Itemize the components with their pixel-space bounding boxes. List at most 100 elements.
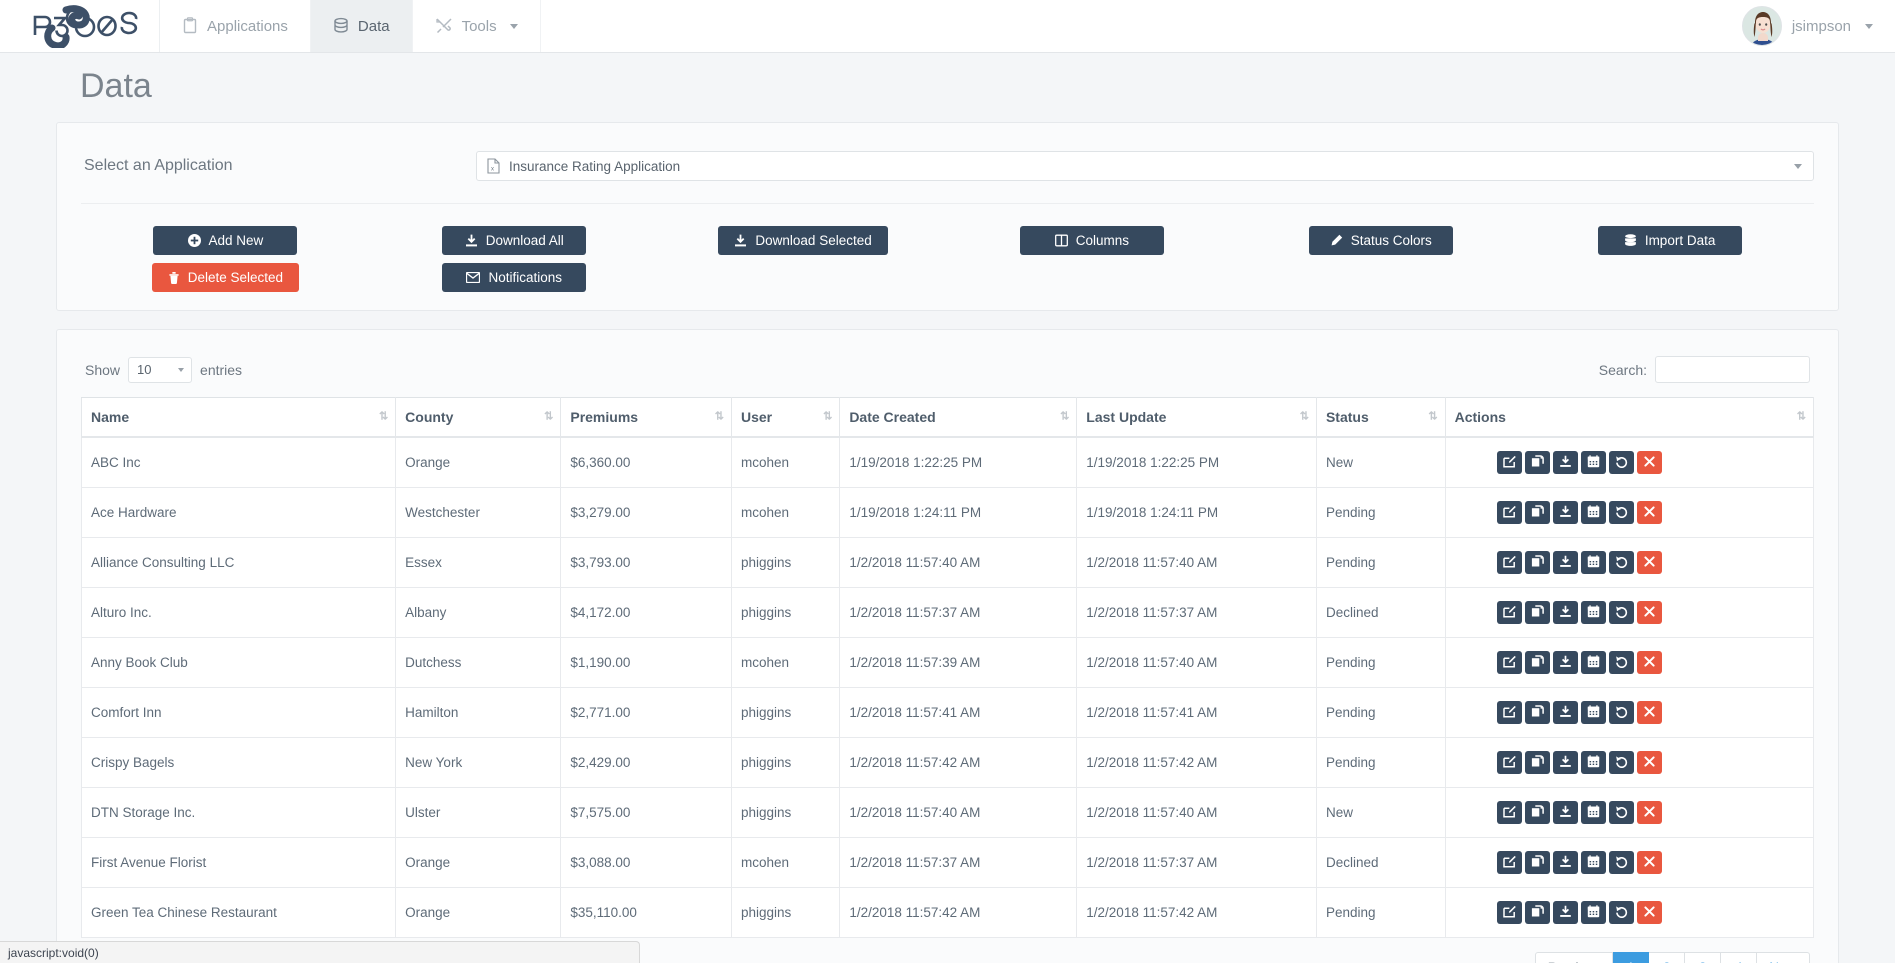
row-download-button[interactable]	[1552, 651, 1578, 674]
row-clone-button[interactable]	[1524, 751, 1550, 774]
row-calendar-button[interactable]	[1580, 751, 1606, 774]
row-clone-button[interactable]	[1524, 451, 1550, 474]
pagination-previous[interactable]: Previous	[1534, 952, 1614, 963]
row-download-button[interactable]	[1552, 751, 1578, 774]
row-delete-button[interactable]	[1636, 451, 1662, 474]
row-clone-button[interactable]	[1524, 551, 1550, 574]
row-edit-button[interactable]	[1496, 901, 1522, 924]
row-download-button[interactable]	[1552, 551, 1578, 574]
row-delete-button[interactable]	[1636, 501, 1662, 524]
nav-item-tools[interactable]: Tools	[413, 0, 541, 52]
row-history-button[interactable]	[1608, 851, 1634, 874]
top-navbar: Applications Data Tools jsimpson	[0, 0, 1895, 53]
row-delete-button[interactable]	[1636, 651, 1662, 674]
row-history-button[interactable]	[1608, 551, 1634, 574]
page-length-select[interactable]: 10	[128, 356, 193, 383]
row-calendar-button[interactable]	[1580, 551, 1606, 574]
row-edit-button[interactable]	[1496, 751, 1522, 774]
brand-logo[interactable]	[0, 0, 160, 52]
row-edit-button[interactable]	[1496, 851, 1522, 874]
button-col-3: Download Selected	[659, 226, 948, 292]
pagination-4[interactable]: 4	[1721, 952, 1758, 963]
row-delete-button[interactable]	[1636, 901, 1662, 924]
row-clone-button[interactable]	[1524, 651, 1550, 674]
row-edit-button[interactable]	[1496, 651, 1522, 674]
nav-item-applications[interactable]: Applications	[160, 0, 311, 52]
row-clone-button[interactable]	[1524, 801, 1550, 824]
row-clone-button[interactable]	[1524, 601, 1550, 624]
pagination: Previous1234Next	[1534, 952, 1810, 963]
cell-county: Albany	[395, 587, 562, 638]
row-calendar-button[interactable]	[1580, 501, 1606, 524]
column-header-county[interactable]: County ⇅	[395, 397, 562, 438]
row-download-button[interactable]	[1552, 601, 1578, 624]
row-history-button[interactable]	[1608, 801, 1634, 824]
row-download-button[interactable]	[1552, 501, 1578, 524]
row-calendar-button[interactable]	[1580, 451, 1606, 474]
add-new-button[interactable]: Add New	[153, 226, 298, 255]
column-header-name[interactable]: Name ⇅	[80, 397, 397, 438]
row-history-button[interactable]	[1608, 651, 1634, 674]
status-colors-button[interactable]: Status Colors	[1308, 226, 1453, 255]
download-selected-button[interactable]: Download Selected	[718, 226, 888, 255]
nav-item-data[interactable]: Data	[310, 0, 413, 52]
row-calendar-button[interactable]	[1580, 651, 1606, 674]
row-delete-button[interactable]	[1636, 601, 1662, 624]
row-edit-button[interactable]	[1496, 701, 1522, 724]
row-history-button[interactable]	[1608, 601, 1634, 624]
row-download-button[interactable]	[1552, 451, 1578, 474]
column-header-date-created[interactable]: Date Created ⇅	[839, 397, 1078, 438]
application-select[interactable]: x Insurance Rating Application	[476, 151, 1814, 181]
row-download-button[interactable]	[1552, 701, 1578, 724]
column-header-user[interactable]: User ⇅	[730, 397, 841, 438]
row-clone-button[interactable]	[1524, 701, 1550, 724]
row-clone-button[interactable]	[1524, 901, 1550, 924]
row-edit-button[interactable]	[1496, 551, 1522, 574]
row-calendar-button[interactable]	[1580, 701, 1606, 724]
row-history-button[interactable]	[1608, 751, 1634, 774]
column-header-last-update[interactable]: Last Update ⇅	[1076, 397, 1317, 438]
row-history-button[interactable]	[1608, 901, 1634, 924]
user-menu[interactable]: jsimpson	[1741, 0, 1895, 52]
pagination-2[interactable]: 2	[1649, 952, 1686, 963]
row-delete-button[interactable]	[1636, 751, 1662, 774]
pagination-next[interactable]: Next	[1757, 952, 1810, 963]
row-clone-button[interactable]	[1524, 501, 1550, 524]
download-icon	[1559, 705, 1572, 721]
row-delete-button[interactable]	[1636, 701, 1662, 724]
row-edit-button[interactable]	[1496, 501, 1522, 524]
history-icon	[1615, 855, 1628, 871]
pagination-3[interactable]: 3	[1685, 952, 1722, 963]
row-calendar-button[interactable]	[1580, 851, 1606, 874]
row-history-button[interactable]	[1608, 501, 1634, 524]
cell-premiums: $3,279.00	[560, 487, 732, 538]
row-calendar-button[interactable]	[1580, 601, 1606, 624]
notifications-button[interactable]: Notifications	[442, 263, 587, 292]
row-download-button[interactable]	[1552, 901, 1578, 924]
cell-last-update: 1/19/2018 1:24:11 PM	[1076, 487, 1317, 538]
select-application-row: Select an Application x Insurance Rating…	[81, 145, 1814, 204]
column-header-premiums[interactable]: Premiums ⇅	[560, 397, 732, 438]
import-data-button[interactable]: Import Data	[1597, 226, 1742, 255]
column-header-actions[interactable]: Actions ⇅	[1444, 397, 1815, 438]
row-edit-button[interactable]	[1496, 801, 1522, 824]
download-all-button[interactable]: Download All	[442, 226, 587, 255]
pagination-1[interactable]: 1	[1613, 952, 1650, 963]
row-history-button[interactable]	[1608, 451, 1634, 474]
column-header-status[interactable]: Status ⇅	[1315, 397, 1446, 438]
delete-selected-button[interactable]: Delete Selected	[151, 263, 300, 292]
row-delete-button[interactable]	[1636, 551, 1662, 574]
columns-button[interactable]: Columns	[1019, 226, 1164, 255]
row-clone-button[interactable]	[1524, 851, 1550, 874]
row-calendar-button[interactable]	[1580, 801, 1606, 824]
cell-user: phiggins	[730, 587, 841, 638]
row-download-button[interactable]	[1552, 801, 1578, 824]
row-delete-button[interactable]	[1636, 851, 1662, 874]
row-edit-button[interactable]	[1496, 601, 1522, 624]
row-edit-button[interactable]	[1496, 451, 1522, 474]
row-download-button[interactable]	[1552, 851, 1578, 874]
row-calendar-button[interactable]	[1580, 901, 1606, 924]
search-input[interactable]	[1655, 356, 1810, 383]
row-history-button[interactable]	[1608, 701, 1634, 724]
row-delete-button[interactable]	[1636, 801, 1662, 824]
